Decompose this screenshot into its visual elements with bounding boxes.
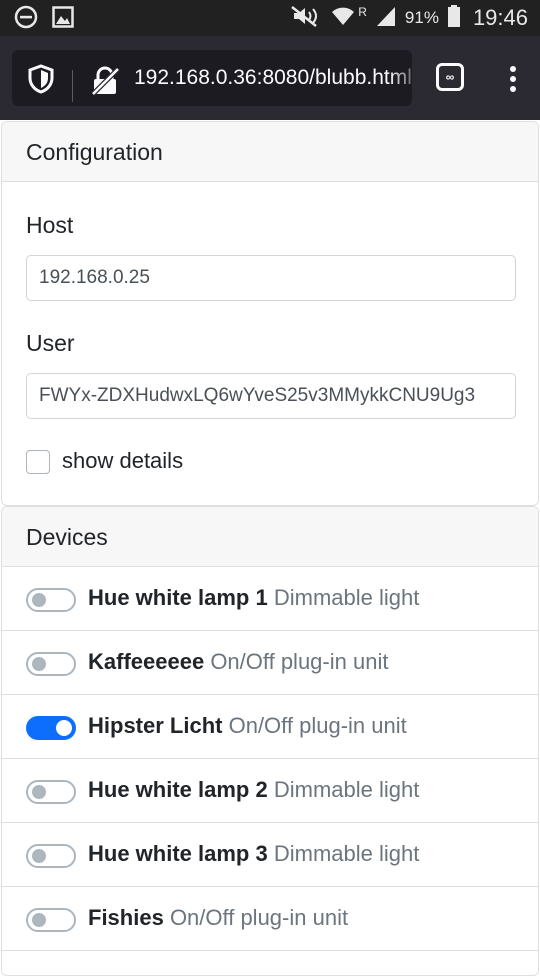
device-name: Hipster Licht bbox=[88, 713, 223, 738]
device-name: Kaffeeeeee bbox=[88, 649, 205, 674]
configuration-card: Configuration Host User show details bbox=[1, 121, 539, 506]
tabs-icon[interactable]: ∞ bbox=[436, 63, 464, 91]
device-toggle[interactable] bbox=[26, 908, 76, 932]
battery-percentage: 91% bbox=[404, 8, 439, 27]
status-bar: R 91% 19:46 bbox=[0, 0, 540, 36]
url-text[interactable]: 192.168.0.36:8080/blubb.html bbox=[134, 50, 424, 106]
device-type: Dimmable light bbox=[273, 777, 420, 802]
device-toggle[interactable] bbox=[26, 652, 76, 676]
toggle-knob bbox=[32, 593, 46, 607]
device-list: Hue white lamp 1 Dimmable light Kaffeeee… bbox=[2, 567, 538, 951]
device-type: On/Off plug-in unit bbox=[210, 649, 389, 674]
menu-icon[interactable] bbox=[504, 66, 522, 96]
toggle-knob bbox=[56, 720, 72, 736]
device-type: On/Off plug-in unit bbox=[228, 713, 407, 738]
device-name: Fishies bbox=[88, 905, 164, 930]
configuration-header: Configuration bbox=[2, 122, 538, 182]
toggle-knob bbox=[32, 657, 46, 671]
host-label: Host bbox=[26, 212, 74, 238]
device-type: Dimmable light bbox=[273, 841, 420, 866]
device-label: Hue white lamp 3 Dimmable light bbox=[88, 841, 419, 867]
device-name: Hue white lamp 2 bbox=[88, 777, 268, 802]
shield-icon[interactable] bbox=[28, 64, 54, 99]
toggle-knob bbox=[32, 913, 46, 927]
roaming-indicator: R bbox=[358, 5, 367, 19]
device-label: Hipster Licht On/Off plug-in unit bbox=[88, 713, 407, 739]
device-toggle[interactable] bbox=[26, 716, 76, 740]
show-details-checkbox[interactable] bbox=[26, 450, 50, 474]
toolbar-divider bbox=[72, 70, 73, 102]
device-label: Hue white lamp 2 Dimmable light bbox=[88, 777, 419, 803]
minus-circle-icon bbox=[14, 5, 38, 34]
device-row: Hue white lamp 3 Dimmable light bbox=[2, 823, 538, 887]
device-toggle[interactable] bbox=[26, 588, 76, 612]
signal-icon bbox=[375, 4, 397, 33]
image-icon bbox=[52, 6, 74, 33]
user-input[interactable] bbox=[26, 373, 516, 419]
toggle-knob bbox=[32, 849, 46, 863]
device-name: Hue white lamp 3 bbox=[88, 841, 268, 866]
device-label: Kaffeeeeee On/Off plug-in unit bbox=[88, 649, 388, 675]
wifi-icon bbox=[330, 4, 356, 33]
device-toggle[interactable] bbox=[26, 844, 76, 868]
device-toggle[interactable] bbox=[26, 780, 76, 804]
show-details-label[interactable]: show details bbox=[62, 448, 183, 474]
user-label: User bbox=[26, 330, 75, 356]
device-name: Hue white lamp 1 bbox=[88, 585, 268, 610]
device-label: Fishies On/Off plug-in unit bbox=[88, 905, 348, 931]
device-row: Hue white lamp 2 Dimmable light bbox=[2, 759, 538, 823]
devices-card: Devices Hue white lamp 1 Dimmable light … bbox=[1, 506, 539, 976]
device-row: Kaffeeeeee On/Off plug-in unit bbox=[2, 631, 538, 695]
device-type: Dimmable light bbox=[273, 585, 420, 610]
browser-toolbar: 192.168.0.36:8080/blubb.html ∞ bbox=[0, 36, 540, 120]
devices-header: Devices bbox=[2, 507, 538, 567]
mute-icon bbox=[288, 4, 322, 33]
device-type: On/Off plug-in unit bbox=[169, 905, 349, 930]
host-input[interactable] bbox=[26, 255, 516, 301]
device-row: Fishies On/Off plug-in unit bbox=[2, 887, 538, 951]
insecure-lock-icon[interactable] bbox=[90, 66, 120, 101]
battery-icon bbox=[447, 4, 461, 33]
toggle-knob bbox=[32, 785, 46, 799]
device-label: Hue white lamp 1 Dimmable light bbox=[88, 585, 419, 611]
device-row: Hue white lamp 1 Dimmable light bbox=[2, 567, 538, 631]
device-row: Hipster Licht On/Off plug-in unit bbox=[2, 695, 538, 759]
clock: 19:46 bbox=[472, 5, 528, 30]
